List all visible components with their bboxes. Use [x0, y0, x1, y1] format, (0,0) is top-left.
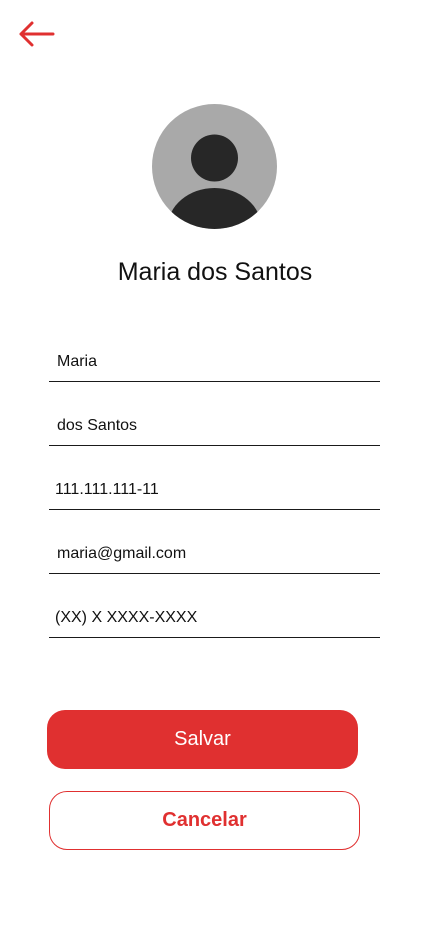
avatar — [152, 104, 277, 229]
email-field[interactable] — [49, 529, 380, 574]
email-input[interactable] — [49, 535, 380, 573]
user-avatar-icon — [167, 134, 262, 229]
first-name-field[interactable] — [49, 337, 380, 382]
last-name-field[interactable] — [49, 401, 380, 446]
phone-input[interactable] — [49, 599, 380, 637]
cpf-field[interactable] — [49, 465, 380, 510]
profile-name: Maria dos Santos — [117, 258, 313, 286]
first-name-input[interactable] — [49, 343, 380, 381]
cpf-input[interactable] — [49, 471, 380, 509]
save-button[interactable]: Salvar — [47, 710, 358, 769]
cancel-button[interactable]: Cancelar — [49, 791, 360, 850]
back-button[interactable] — [16, 18, 56, 50]
phone-field[interactable] — [49, 593, 380, 638]
arrow-left-icon — [19, 21, 55, 47]
last-name-input[interactable] — [49, 407, 380, 445]
